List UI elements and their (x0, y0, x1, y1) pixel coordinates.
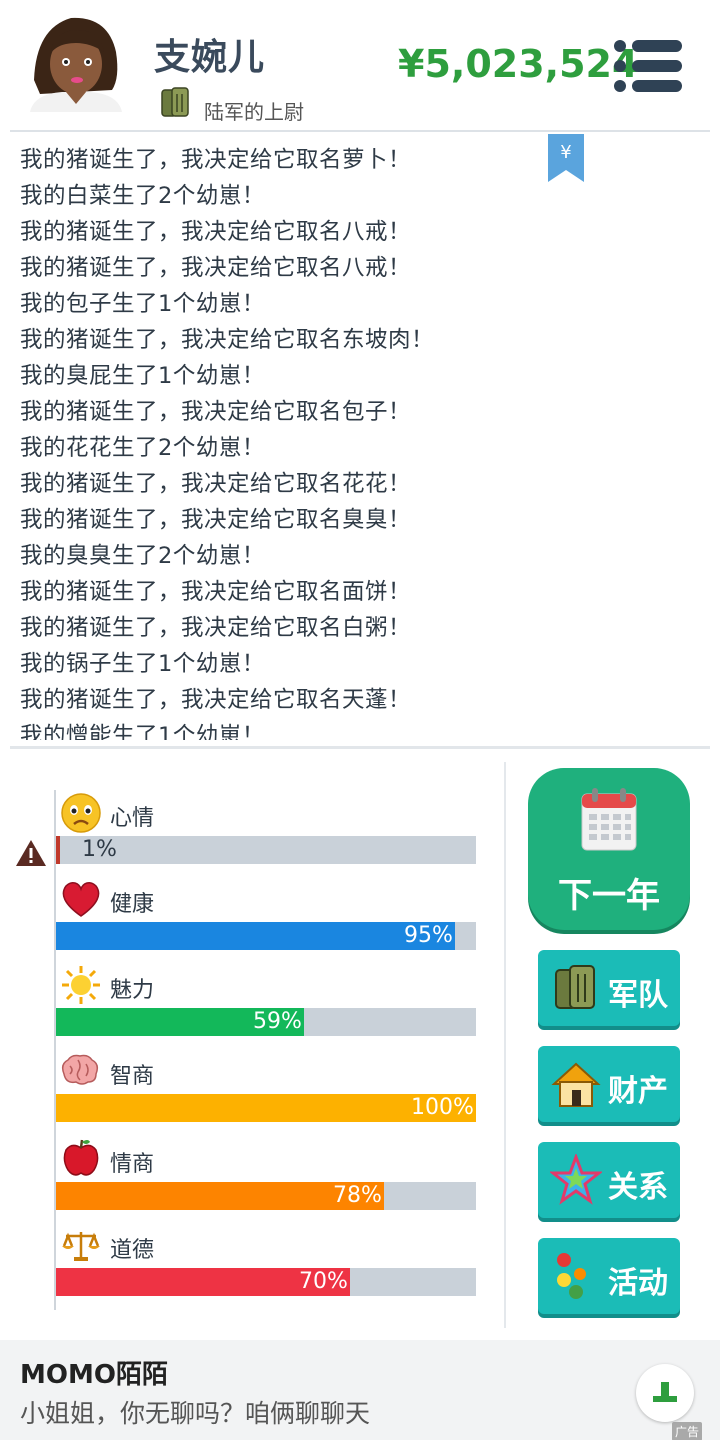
header: 支婉儿 陆军的上尉 ¥5,023,524 (0, 0, 720, 130)
ad-text: 小姐姐，你无聊吗？咱俩聊聊天 (20, 1399, 371, 1428)
log-line: 我的猪诞生了，我决定给它取名八戒！ (20, 255, 412, 281)
stat-value-charm: 59% (253, 1009, 302, 1034)
header-divider (10, 130, 710, 132)
house-icon (551, 1062, 601, 1107)
log-line: 我的猪诞生了，我决定给它取名天蓬！ (20, 687, 412, 713)
log-line: 我的白菜生了2个幼崽！ (20, 183, 265, 209)
stat-value-mood: 1% (82, 837, 117, 862)
stat-label-morality: 道德 (110, 1238, 155, 1263)
download-icon[interactable] (636, 1364, 694, 1422)
stat-bar-fill (56, 836, 60, 864)
activities-button[interactable]: 活动 (538, 1238, 680, 1314)
log-line: 我的猪诞生了，我决定给它取名面饼！ (20, 579, 412, 605)
log-line: 我的憎能生了1个幼崽！ (20, 723, 265, 740)
log-line: 我的臭臭生了2个幼崽！ (20, 543, 265, 569)
next-year-button[interactable]: 下一年 (528, 768, 690, 930)
stats-axis (54, 790, 56, 1310)
scales-icon (62, 1232, 100, 1261)
column-divider (504, 762, 506, 1328)
warning-icon (16, 840, 46, 866)
army-button[interactable]: 军队 (538, 950, 680, 1026)
apple-icon (63, 1139, 99, 1176)
ad-title: MOMO陌陌 (20, 1360, 168, 1390)
stat-label-iq: 智商 (110, 1064, 155, 1089)
stat-bar-iq: 100% (56, 1094, 476, 1122)
money-display: ¥5,023,524 (398, 42, 639, 86)
stat-value-iq: 100% (411, 1095, 474, 1120)
stat-bar-fill (56, 922, 455, 950)
stat-label-health: 健康 (110, 892, 155, 917)
assets-label: 财产 (608, 1074, 668, 1109)
event-log[interactable]: 我的猪诞生了，我决定给它取名萝卜！ 我的白菜生了2个幼崽！ 我的猪诞生了，我决定… (0, 136, 720, 740)
calendar-icon (581, 788, 637, 851)
star-icon (550, 1154, 602, 1205)
stat-label-mood: 心情 (110, 806, 155, 831)
log-line: 我的猪诞生了，我决定给它取名包子！ (20, 399, 412, 425)
log-line: 我的花花生了2个幼崽！ (20, 435, 265, 461)
log-line: 我的猪诞生了，我决定给它取名萝卜！ (20, 147, 412, 173)
heart-icon (62, 881, 100, 917)
stat-bar-health: 95% (56, 922, 476, 950)
stat-bar-charm: 59% (56, 1008, 476, 1036)
menu-icon[interactable] (612, 38, 684, 94)
ad-badge: 广告 (672, 1422, 703, 1440)
log-line: 我的猪诞生了，我决定给它取名花花！ (20, 471, 412, 497)
stat-bar-mood: 1% (56, 836, 476, 864)
brain-icon (61, 1054, 99, 1085)
stat-label-charm: 魅力 (110, 978, 155, 1003)
log-line: 我的猪诞生了，我决定给它取名八戒！ (20, 219, 412, 245)
player-name: 支婉儿 (154, 37, 266, 78)
assets-button[interactable]: 财产 (538, 1046, 680, 1122)
stat-value-eq: 78% (333, 1183, 382, 1208)
activities-label: 活动 (608, 1266, 668, 1301)
log-divider (10, 746, 710, 749)
log-line: 我的猪诞生了，我决定给它取名东坡肉！ (20, 327, 435, 353)
military-badge-icon (555, 965, 595, 1009)
log-line: 我的锅子生了1个幼崽！ (20, 651, 265, 677)
yen-bookmark-icon[interactable]: ¥ (546, 134, 586, 184)
ad-banner[interactable]: MOMO陌陌 小姐姐，你无聊吗？咱俩聊聊天 (0, 1340, 720, 1440)
log-line: 我的猪诞生了，我决定给它取名臭臭！ (20, 507, 412, 533)
player-rank: 陆军的上尉 (204, 100, 304, 124)
stat-label-eq: 情商 (110, 1152, 155, 1177)
bookmark-symbol: ¥ (560, 142, 571, 163)
relations-button[interactable]: 关系 (538, 1142, 680, 1218)
sad-face-icon (61, 793, 101, 833)
avatar[interactable] (26, 8, 126, 112)
relations-label: 关系 (608, 1170, 668, 1205)
military-badge-icon (161, 87, 189, 117)
sun-icon (62, 966, 100, 1004)
stat-bar-eq: 78% (56, 1182, 476, 1210)
stat-value-morality: 70% (299, 1269, 348, 1294)
stat-bar-morality: 70% (56, 1268, 476, 1296)
log-line: 我的包子生了1个幼崽！ (20, 291, 265, 317)
next-year-label: 下一年 (558, 876, 660, 916)
log-line: 我的猪诞生了，我决定给它取名白粥！ (20, 615, 412, 641)
stat-value-health: 95% (404, 923, 453, 948)
activity-dots-icon (557, 1253, 586, 1299)
army-label: 军队 (608, 978, 668, 1013)
log-line: 我的臭屁生了1个幼崽！ (20, 363, 265, 389)
